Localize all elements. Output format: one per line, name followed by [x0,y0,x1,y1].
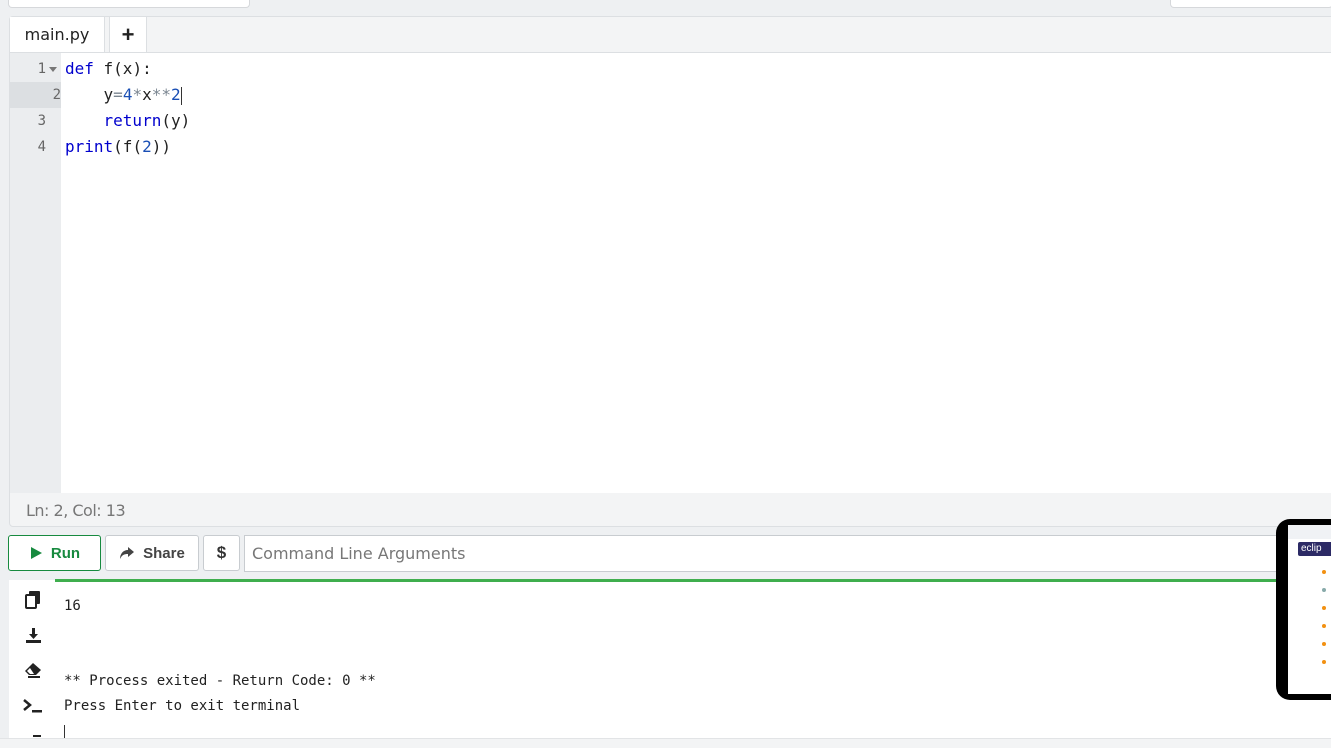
cursor-position-status: Ln: 2, Col: 13 [26,501,126,520]
stdin-toggle-button[interactable]: $ [203,535,240,571]
code-line: return(y) [103,111,191,130]
more-icon-partial [33,735,41,737]
thumbnail-icon [1322,606,1326,610]
exit-message: ** Process exited - Return Code: 0 ** [64,673,376,689]
tab-main-py[interactable]: main.py [10,17,105,52]
thumbnail-icon [1322,660,1326,664]
run-button[interactable]: Run [8,535,101,571]
thumbnail-icon [1322,588,1326,592]
line-number: 4 [37,139,46,155]
code-line: print(f(2)) [65,137,171,156]
line-number-active: 2 [10,82,61,108]
thumbnail-icon [1322,642,1326,646]
add-tab-button[interactable]: + [109,17,147,52]
download-icon[interactable] [23,625,43,645]
command-line-arguments-input[interactable] [244,535,1284,572]
top-right-stub [1170,0,1331,8]
top-toolbar-stub [8,0,250,8]
output-value: 16 [64,598,81,614]
thumbnail-screen: eclip [1288,525,1331,694]
share-label: Share [143,544,185,562]
terminal-output[interactable]: 16 ** Process exited - Return Code: 0 **… [55,579,1331,747]
thumbnail-toolbar [1288,525,1331,539]
fold-arrow-icon[interactable] [49,67,57,72]
screen-share-thumbnail[interactable]: eclip [1276,519,1331,700]
tab-bar: main.py + [10,17,1331,53]
thumbnail-icon [1322,624,1326,628]
thumbnail-icon [1322,570,1326,574]
editor-panel: main.py + 1 2 3 4 def f(x): y=4*x**2 ret… [9,16,1331,527]
line-number: 1 [37,61,46,77]
line-number-gutter: 1 2 3 4 [10,53,61,493]
terminal-icon[interactable] [23,696,43,716]
share-arrow-icon [120,547,135,559]
eraser-icon[interactable] [23,660,43,680]
copy-icon[interactable] [23,590,43,610]
text-cursor [180,86,182,105]
prompt-message: Press Enter to exit terminal [64,698,301,714]
code-editor[interactable]: def f(x): y=4*x**2 return(y) print(f(2)) [61,53,1331,493]
terminal-sidebar [9,580,55,747]
line-number: 3 [37,113,46,129]
run-label: Run [50,544,81,562]
share-button[interactable]: Share [105,535,199,571]
eclipse-logo: eclip [1298,542,1331,556]
play-icon [30,547,42,559]
code-line: y=4*x**2 [65,85,182,105]
code-line: def f(x): [65,59,152,78]
